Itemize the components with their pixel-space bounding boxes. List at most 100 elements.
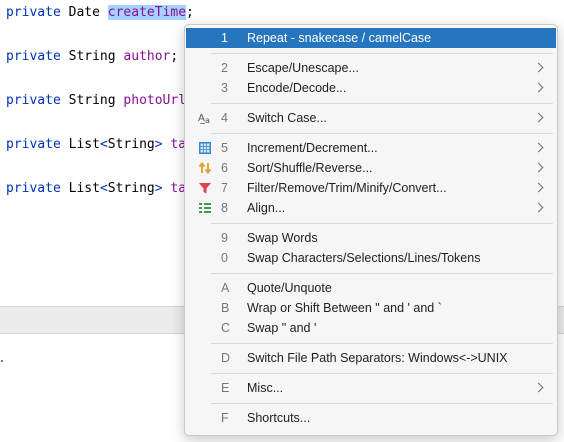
selected-identifier[interactable]: createTime [107, 5, 187, 20]
keyword: private [6, 137, 61, 152]
keyword: private [6, 93, 61, 108]
menu-item-swap-words[interactable]: 9 Swap Words [186, 228, 556, 248]
menu-item-label: Switch Case... [247, 111, 327, 125]
menu-item-label: Swap Words [247, 231, 318, 245]
ide-window: private Date createTime; private String … [0, 0, 564, 442]
menu-item-mnemonic: 2 [221, 61, 228, 75]
menu-item-sort-shuffle-reverse[interactable]: 6 Sort/Shuffle/Reverse... [186, 158, 556, 178]
chevron-right-icon [533, 182, 544, 193]
chevron-right-icon [533, 202, 544, 213]
text-dot [1, 360, 3, 362]
menu-item-mnemonic: B [221, 301, 230, 315]
menu-item-label: Swap " and ' [247, 321, 317, 335]
menu-item-mnemonic: 0 [221, 251, 228, 265]
text-case-icon: A a [198, 111, 212, 125]
menu-item-increment-decrement[interactable]: 5 Increment/Decrement... [186, 138, 556, 158]
menu-item-mnemonic: F [221, 411, 229, 425]
menu-item-quote-unquote[interactable]: A Quote/Unquote [186, 278, 556, 298]
menu-item-label: Misc... [247, 381, 284, 395]
type-name: String [68, 93, 116, 108]
menu-item-misc[interactable]: E Misc... [186, 378, 556, 398]
menu-item-label: Encode/Decode... [247, 81, 347, 95]
type-name: Date [68, 5, 100, 20]
angle-bracket: > [154, 181, 163, 196]
chevron-right-icon [533, 112, 544, 123]
menu-item-escape-unescape[interactable]: 2 Escape/Unescape... [186, 58, 556, 78]
menu-item-label: Switch File Path Separators: Windows<->U… [247, 351, 508, 365]
type-name: List [68, 137, 100, 152]
svg-text:A: A [198, 113, 205, 124]
menu-separator [211, 223, 553, 224]
code-line[interactable]: private Date createTime; [6, 4, 194, 22]
string-manipulation-popup-menu: 1 Repeat - snakecase / camelCase 2 Escap… [184, 24, 558, 436]
menu-item-mnemonic: 7 [221, 181, 228, 195]
menu-item-label: Escape/Unescape... [247, 61, 359, 75]
semicolon: ; [186, 5, 194, 20]
chevron-right-icon [533, 62, 544, 73]
chevron-right-icon [533, 82, 544, 93]
field-name: author [123, 49, 171, 64]
chevron-right-icon [533, 382, 544, 393]
menu-item-mnemonic: 5 [221, 141, 228, 155]
menu-item-label: Repeat - snakecase / camelCase [247, 31, 432, 45]
angle-bracket: > [154, 137, 163, 152]
menu-separator [211, 103, 553, 104]
menu-item-swap-quotes[interactable]: C Swap " and ' [186, 318, 556, 338]
type-name: List [68, 181, 100, 196]
menu-item-mnemonic: C [221, 321, 231, 335]
menu-item-filter-remove-trim[interactable]: 7 Filter/Remove/Trim/Minify/Convert... [186, 178, 556, 198]
svg-text:a: a [205, 116, 210, 125]
menu-item-label: Align... [247, 201, 286, 215]
chevron-right-icon [533, 142, 544, 153]
menu-item-label: Wrap or Shift Between " and ' and ` [247, 301, 442, 315]
code-line[interactable]: private String photoUrl [6, 92, 186, 110]
generic-type: String [107, 181, 155, 196]
keyword: private [6, 181, 61, 196]
filter-icon [198, 181, 212, 195]
menu-item-label: Filter/Remove/Trim/Minify/Convert... [247, 181, 447, 195]
menu-item-align[interactable]: 8 Align... [186, 198, 556, 218]
code-line[interactable]: private List<String> ta [6, 180, 186, 198]
menu-item-mnemonic: E [221, 381, 230, 395]
semicolon: ; [170, 49, 179, 64]
menu-item-mnemonic: 4 [221, 111, 228, 125]
generic-type: String [107, 137, 155, 152]
menu-separator [211, 343, 553, 344]
code-line[interactable]: private String author; [6, 48, 178, 66]
menu-item-mnemonic: 1 [221, 31, 228, 45]
align-icon [198, 201, 212, 215]
menu-item-mnemonic: D [221, 351, 231, 365]
keyword: private [6, 49, 61, 64]
menu-separator [211, 403, 553, 404]
menu-item-wrap-or-shift[interactable]: B Wrap or Shift Between " and ' and ` [186, 298, 556, 318]
menu-item-mnemonic: A [221, 281, 230, 295]
menu-separator [211, 133, 553, 134]
angle-bracket: < [99, 181, 108, 196]
menu-item-label: Quote/Unquote [247, 281, 332, 295]
field-name: photoUrl [123, 93, 187, 108]
menu-separator [211, 373, 553, 374]
keyword: private [6, 5, 61, 20]
menu-item-label: Swap Characters/Selections/Lines/Tokens [247, 251, 481, 265]
menu-item-mnemonic: 3 [221, 81, 228, 95]
menu-item-encode-decode[interactable]: 3 Encode/Decode... [186, 78, 556, 98]
menu-item-repeat-case[interactable]: 1 Repeat - snakecase / camelCase [186, 28, 556, 48]
sort-arrows-icon [198, 161, 212, 175]
menu-separator [211, 273, 553, 274]
menu-item-label: Shortcuts... [247, 411, 311, 425]
menu-item-switch-case[interactable]: A a 4 Switch Case... [186, 108, 556, 128]
menu-item-label: Sort/Shuffle/Reverse... [247, 161, 373, 175]
menu-item-switch-path-separators[interactable]: D Switch File Path Separators: Windows<-… [186, 348, 556, 368]
menu-item-mnemonic: 6 [221, 161, 228, 175]
menu-separator [211, 53, 553, 54]
code-line[interactable]: private List<String> ta [6, 136, 186, 154]
menu-item-swap-characters[interactable]: 0 Swap Characters/Selections/Lines/Token… [186, 248, 556, 268]
chevron-right-icon [533, 162, 544, 173]
calculator-icon [198, 141, 212, 155]
type-name: String [68, 49, 116, 64]
angle-bracket: < [99, 137, 108, 152]
menu-item-label: Increment/Decrement... [247, 141, 378, 155]
menu-item-mnemonic: 8 [221, 201, 228, 215]
menu-item-mnemonic: 9 [221, 231, 228, 245]
menu-item-shortcuts[interactable]: F Shortcuts... [186, 408, 556, 428]
